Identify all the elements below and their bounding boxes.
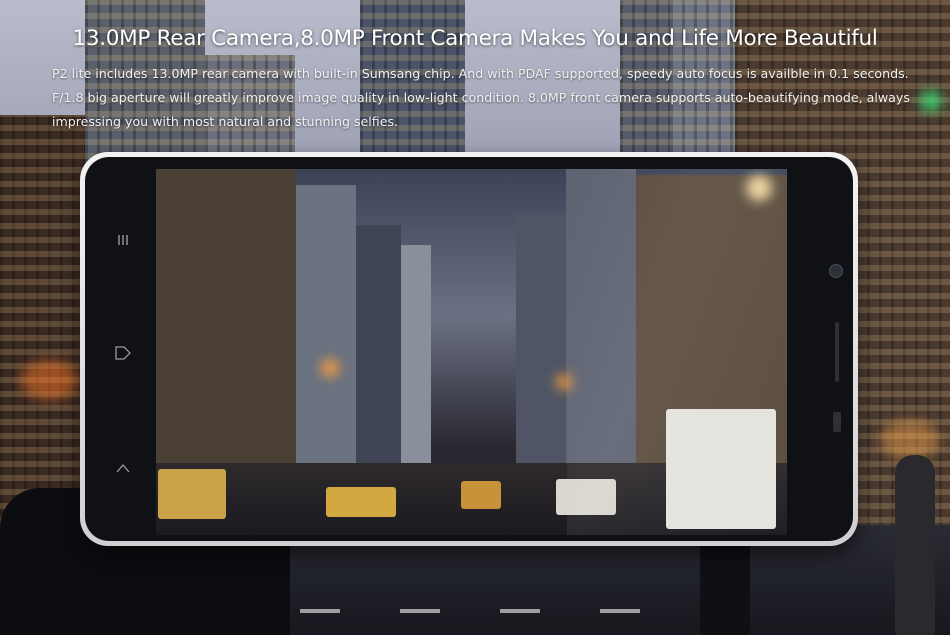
home-icon: [112, 457, 134, 479]
menu-icon: [112, 229, 134, 251]
pedestrian: [895, 455, 935, 635]
headline: 13.0MP Rear Camera,8.0MP Front Camera Ma…: [72, 26, 878, 51]
camera-sensor: [829, 264, 843, 278]
back-icon: [112, 342, 134, 364]
lane-marking: [300, 609, 340, 613]
phone-body: [85, 157, 853, 541]
description-paragraph: P2 lite includes 13.0MP rear camera with…: [52, 66, 910, 129]
street-light-glow: [20, 360, 80, 400]
taxi: [158, 469, 226, 519]
taxi: [326, 487, 396, 517]
screen-building: [356, 225, 401, 475]
lane-marking: [500, 609, 540, 613]
menu-icon-svg: [118, 235, 128, 245]
screen-building: [401, 245, 431, 475]
home-icon-svg: [116, 464, 130, 473]
side-slot: [835, 322, 839, 382]
phone-screen: [156, 169, 787, 535]
screen-reflection: [567, 169, 787, 535]
phone-device: [80, 152, 858, 546]
lane-marking: [400, 609, 440, 613]
screen-building: [156, 169, 296, 475]
traffic-light-glow: [920, 90, 942, 112]
screen-building: [296, 185, 356, 475]
screen-light: [321, 359, 339, 377]
lane-marking: [600, 609, 640, 613]
street-light-glow: [880, 420, 940, 460]
back-icon-svg: [115, 346, 131, 360]
side-slot: [833, 412, 841, 432]
screen-building: [516, 215, 566, 475]
car: [461, 481, 501, 509]
